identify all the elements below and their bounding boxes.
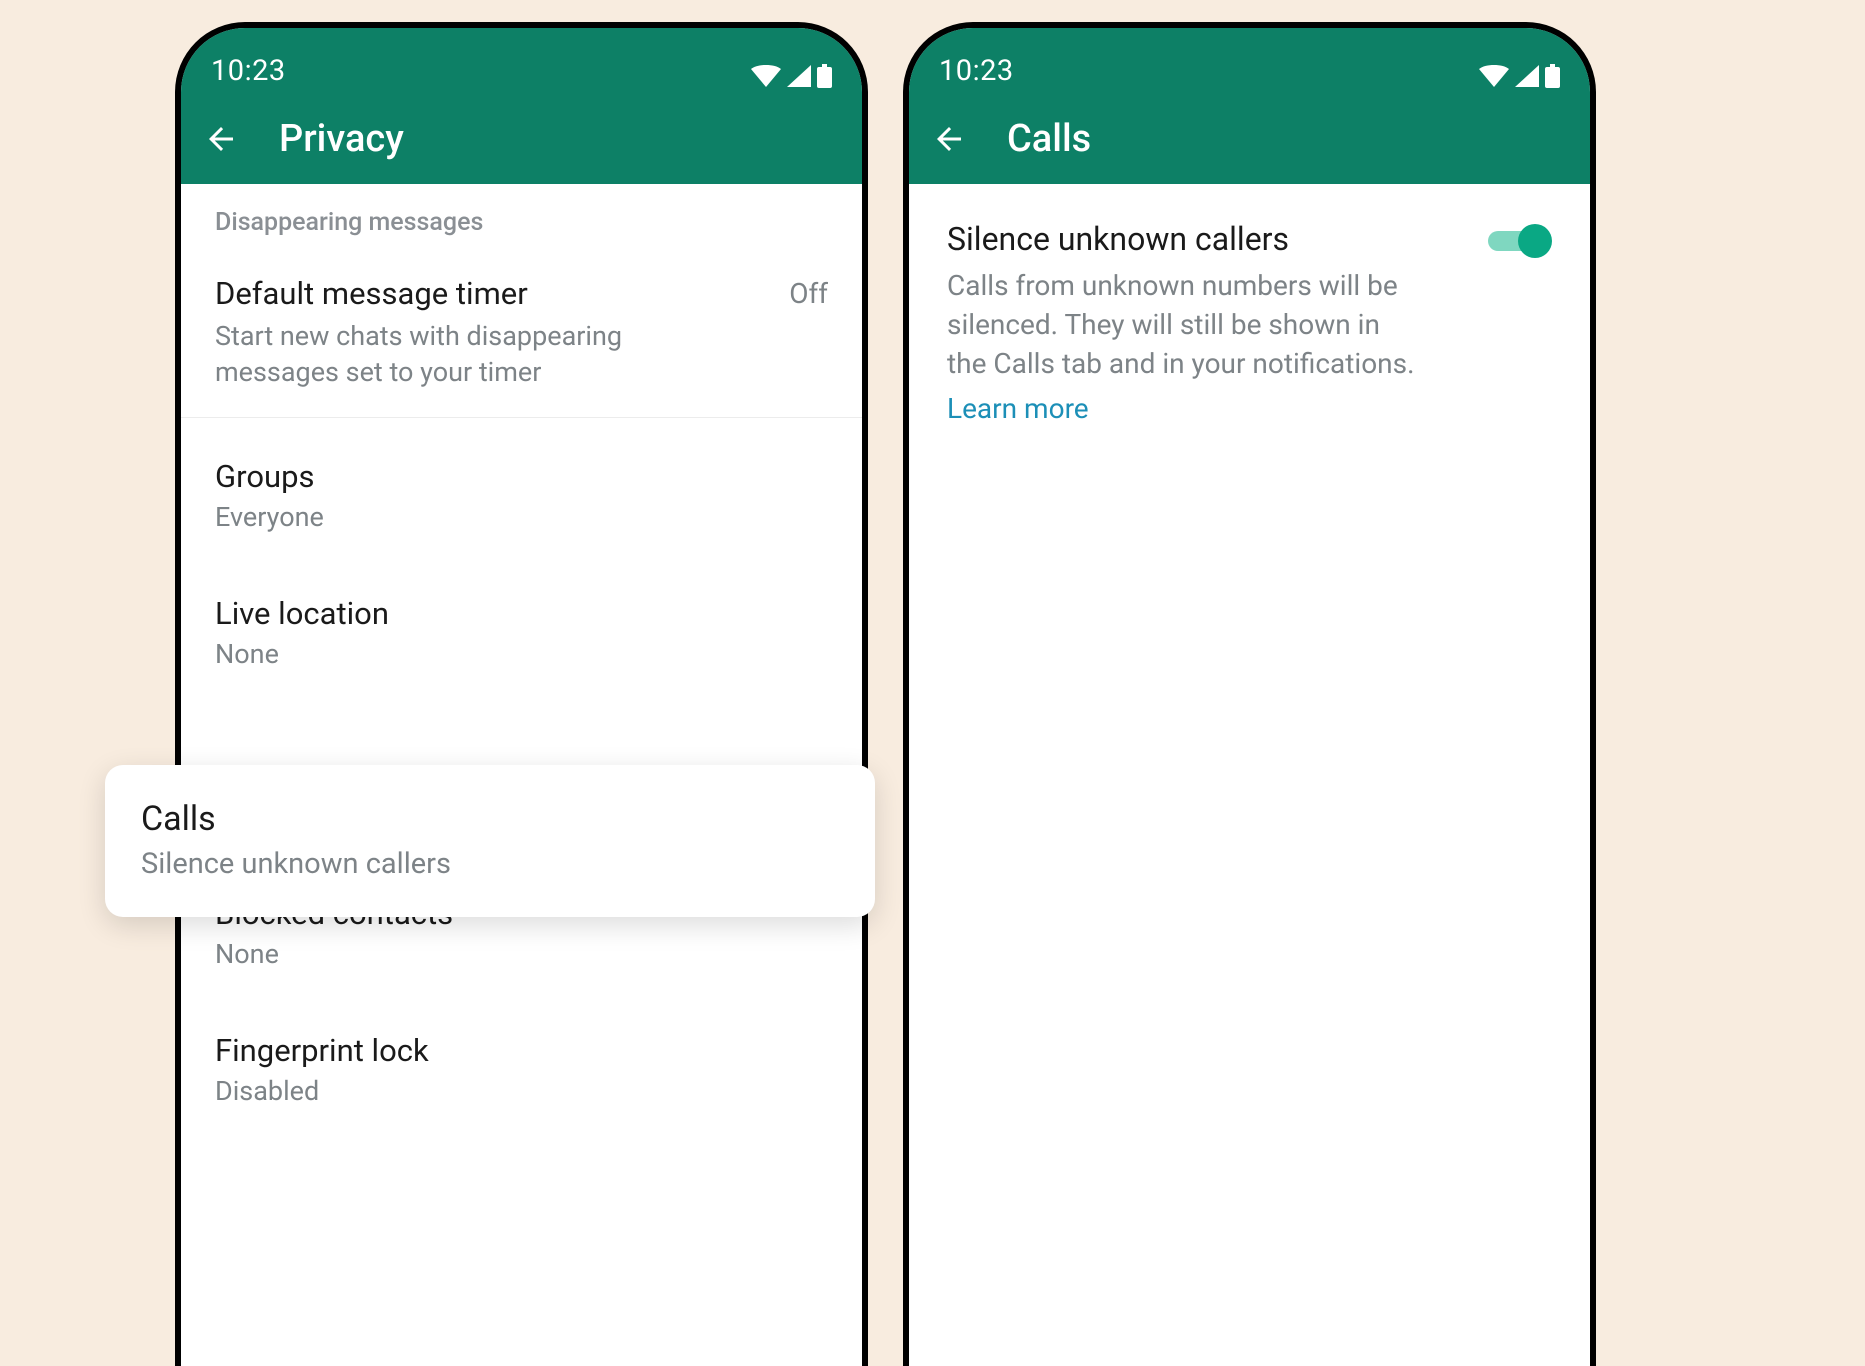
row-calls-highlighted[interactable]: Calls Silence unknown callers <box>105 765 875 917</box>
content: Disappearing messages Default message ti… <box>181 184 862 1136</box>
row-sub: Everyone <box>215 499 645 535</box>
row-title: Default message timer <box>215 275 528 312</box>
status-icons <box>751 64 832 88</box>
row-desc: Calls from unknown numbers will be silen… <box>947 266 1417 384</box>
phone-calls: 10:23 Calls Silence unknown callers Call… <box>903 22 1596 1366</box>
wifi-icon <box>751 65 781 87</box>
row-fingerprint-lock[interactable]: Fingerprint lock Disabled <box>181 998 862 1135</box>
page-title: Calls <box>1007 117 1091 161</box>
row-default-timer[interactable]: Default message timer Off Start new chat… <box>181 251 862 417</box>
row-sub: Silence unknown callers <box>141 847 839 881</box>
battery-icon <box>1545 64 1560 88</box>
wifi-icon <box>1479 65 1509 87</box>
row-title: Groups <box>215 458 315 495</box>
row-title: Calls <box>141 799 839 839</box>
content: Silence unknown callers Calls from unkno… <box>909 184 1590 425</box>
row-value: Off <box>789 277 828 310</box>
row-silence-unknown[interactable]: Silence unknown callers Calls from unkno… <box>947 220 1552 425</box>
row-sub: Disabled <box>215 1073 645 1109</box>
status-time: 10:23 <box>211 54 286 88</box>
status-bar: 10:23 <box>181 28 862 94</box>
title-bar: Calls <box>909 94 1590 184</box>
status-bar: 10:23 <box>909 28 1590 94</box>
row-groups[interactable]: Groups Everyone <box>181 418 862 561</box>
title-bar: Privacy <box>181 94 862 184</box>
row-title: Live location <box>215 595 389 632</box>
row-sub: None <box>215 936 645 972</box>
row-sub: None <box>215 636 645 672</box>
row-title: Silence unknown callers <box>947 220 1468 258</box>
learn-more-link[interactable]: Learn more <box>947 392 1089 425</box>
silence-toggle[interactable] <box>1488 224 1552 258</box>
row-title: Fingerprint lock <box>215 1032 429 1069</box>
section-label-disappearing: Disappearing messages <box>181 184 862 251</box>
row-live-location[interactable]: Live location None <box>181 561 862 698</box>
phone-privacy: 10:23 Privacy Disappearing messages Defa… <box>175 22 868 1366</box>
toggle-knob <box>1518 224 1552 258</box>
arrow-left-icon <box>931 121 967 157</box>
page-title: Privacy <box>279 117 404 161</box>
status-icons <box>1479 64 1560 88</box>
row-desc: Start new chats with disappearing messag… <box>215 318 645 391</box>
battery-icon <box>817 64 832 88</box>
status-time: 10:23 <box>939 54 1014 88</box>
back-button[interactable] <box>931 121 967 157</box>
back-button[interactable] <box>203 121 239 157</box>
signal-icon <box>1515 65 1539 87</box>
arrow-left-icon <box>203 121 239 157</box>
signal-icon <box>787 65 811 87</box>
